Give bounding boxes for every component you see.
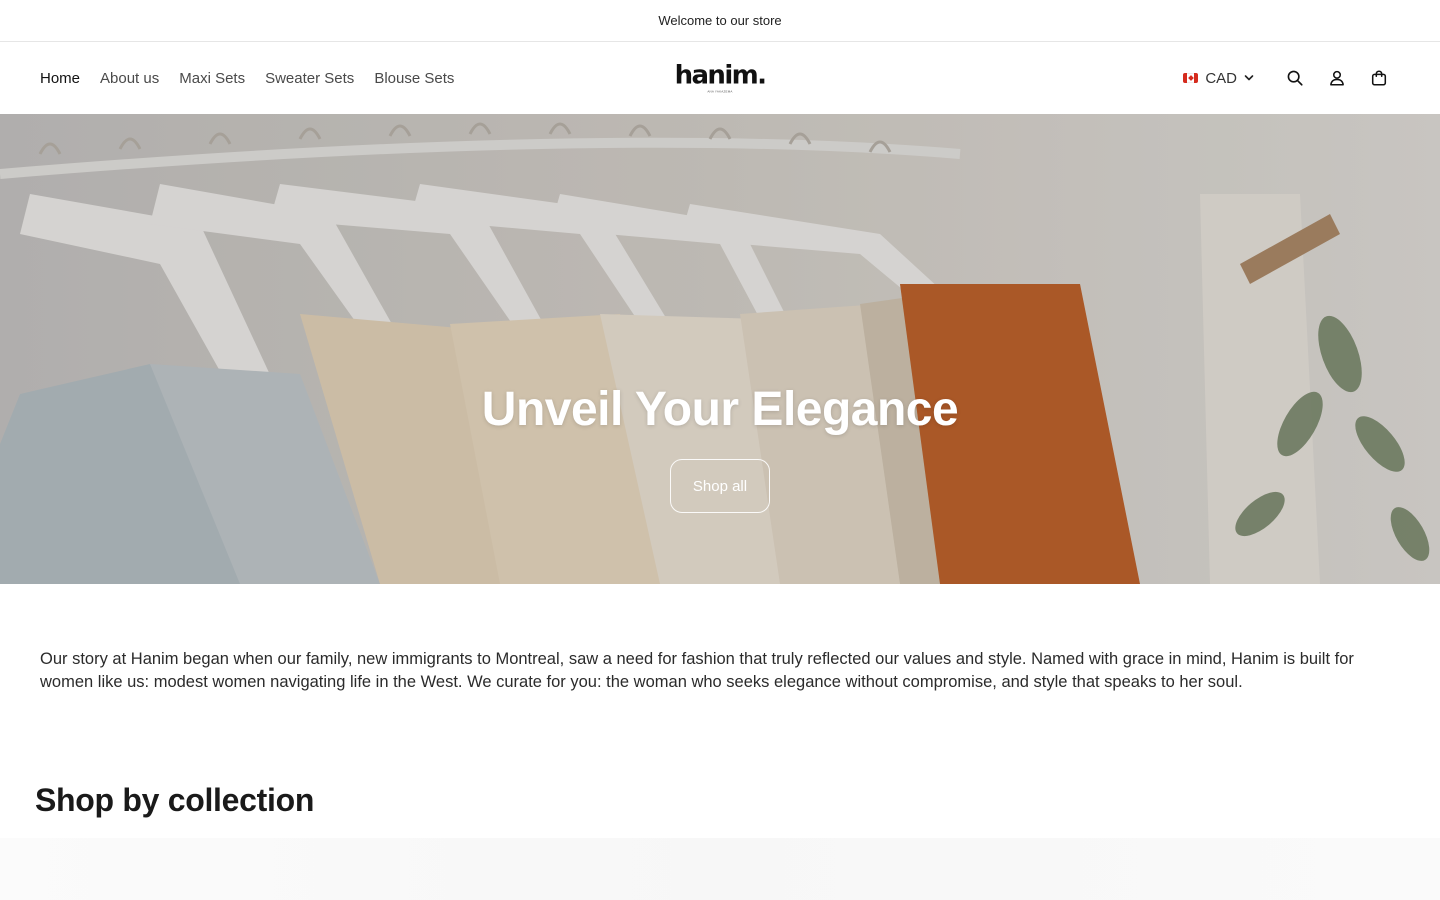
hero-content: Unveil Your Elegance Shop all [0, 382, 1440, 513]
chevron-down-icon [1244, 75, 1254, 81]
logo-wordmark: hanim. [674, 60, 767, 91]
shop-by-collection-heading: Shop by collection [35, 782, 315, 818]
hero-overlay [0, 114, 1440, 584]
site-header: Home About us Maxi Sets Sweater Sets Blo… [0, 42, 1440, 114]
nav-item-sweater-sets[interactable]: Sweater Sets [265, 70, 354, 87]
hero-title: Unveil Your Elegance [481, 383, 959, 436]
nav-item-maxi-sets[interactable]: Maxi Sets [179, 70, 245, 87]
nav-item-about-us[interactable]: About us [100, 70, 159, 87]
user-icon [1330, 70, 1344, 86]
canada-flag-icon [1183, 73, 1199, 83]
site-logo[interactable]: hanim. ANA YAKAZEMA [674, 60, 767, 94]
cart-button[interactable] [1358, 57, 1400, 99]
nav-item-home[interactable]: Home [40, 70, 80, 87]
brand-story: Our story at Hanim began when our family… [0, 584, 1440, 694]
header-actions: CAD [1183, 57, 1400, 99]
logo-tagline: ANA YAKAZEMA [707, 89, 733, 94]
main-nav: Home About us Maxi Sets Sweater Sets Blo… [40, 70, 454, 87]
announcement-text: Welcome to our store [658, 13, 782, 28]
nav-item-blouse-sets[interactable]: Blouse Sets [374, 70, 454, 87]
hero-banner: Unveil Your Elegance Shop all [0, 114, 1440, 584]
currency-selector[interactable]: CAD [1183, 70, 1254, 87]
announcement-bar: Welcome to our store [0, 0, 1440, 42]
search-icon [1287, 70, 1303, 86]
account-button[interactable] [1316, 57, 1358, 99]
shopping-bag-icon [1371, 70, 1387, 86]
search-button[interactable] [1274, 57, 1316, 99]
currency-label: CAD [1205, 69, 1237, 87]
shop-all-button[interactable]: Shop all [670, 459, 770, 513]
collection-list-preview [0, 838, 1440, 900]
brand-story-text: Our story at Hanim began when our family… [40, 650, 1354, 691]
